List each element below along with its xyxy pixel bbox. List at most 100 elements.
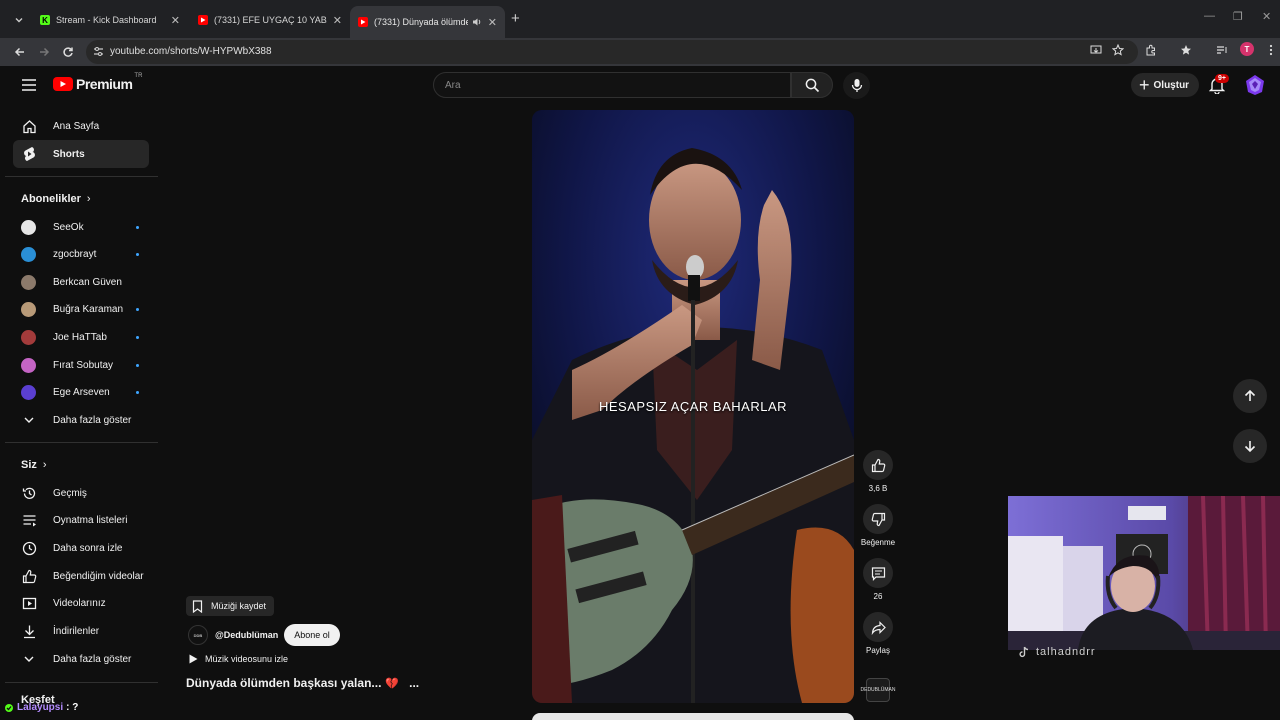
bookmark-star-icon[interactable] (1111, 43, 1125, 57)
more-text[interactable]: ... (409, 676, 419, 690)
chevron-down-icon (15, 18, 23, 23)
url-text: youtube.com/shorts/W-HYPWbX388 (110, 46, 272, 57)
media-controls-icon[interactable] (1215, 43, 1229, 57)
youtube-logo[interactable]: Premium TR (53, 73, 143, 92)
new-content-dot (136, 335, 139, 339)
save-music-button[interactable]: Müziği kaydet (186, 596, 275, 616)
like-count: 3,6 B (868, 484, 888, 493)
video-title-text: Dünyada ölümden başkası yalan... (186, 676, 382, 690)
sidebar-item-playlists[interactable]: Oynatma listeleri (13, 506, 149, 534)
sidebar-item-watch-later[interactable]: Daha sonra izle (13, 534, 149, 562)
bookmarks-icon[interactable] (1179, 43, 1193, 57)
sidebar-subscription[interactable]: Joe HaTTab (13, 323, 149, 351)
like-button[interactable] (863, 450, 893, 480)
chevron-down-icon (21, 651, 37, 667)
sidebar-item-history[interactable]: Geçmiş (13, 479, 149, 507)
search-input[interactable]: Ara (433, 72, 791, 98)
share-action[interactable]: Paylaş (861, 612, 895, 655)
sidebar-item-your-videos[interactable]: Videolarınız (13, 589, 149, 617)
speaker-icon[interactable] (472, 17, 482, 27)
next-short-preview[interactable] (532, 713, 854, 720)
like-action[interactable]: 3,6 B (861, 450, 895, 493)
browser-tab-kick[interactable]: K Stream - Kick Dashboard ✕ (32, 6, 188, 34)
forward-icon[interactable] (35, 43, 53, 61)
dislike-action[interactable]: Beğenme (861, 504, 895, 547)
channel-row: DDB @Dedublüman Abone ol (188, 624, 340, 646)
watermark-handle: talhadndrr (1036, 646, 1096, 658)
channel-thumbnail[interactable]: DEDUBLÜMAN (861, 678, 896, 702)
sidebar-subscription[interactable]: Fırat Sobutay (13, 351, 149, 379)
search-button[interactable] (791, 72, 833, 98)
share-button[interactable] (863, 612, 893, 642)
show-more-you[interactable]: Daha fazla göster (13, 645, 149, 673)
tab-search-button[interactable] (10, 11, 28, 29)
close-tab-icon[interactable]: ✕ (333, 14, 342, 27)
region-code: TR (134, 73, 143, 79)
sidebar-item-shorts[interactable]: Shorts (13, 140, 149, 168)
chevron-down-icon (21, 412, 37, 428)
new-content-dot (136, 225, 139, 229)
share-label: Paylaş (865, 646, 890, 655)
more-menu-icon[interactable] (1264, 43, 1278, 57)
shorts-video-player[interactable]: HESAPSIZ AÇAR BAHARLAR (532, 110, 854, 703)
video-title[interactable]: Dünyada ölümden başkası yalan... 💔 ... (186, 676, 419, 690)
show-more-label: Daha fazla göster (53, 653, 132, 665)
sidebar-subscription[interactable]: SeeOk (13, 213, 149, 241)
show-more-subscriptions[interactable]: Daha fazla göster (13, 406, 149, 434)
channel-avatar (21, 384, 36, 400)
broken-heart-emoji: 💔 (385, 677, 400, 690)
sidebar-subscription[interactable]: Ege Arseven (13, 378, 149, 406)
youtube-icon (358, 17, 368, 27)
close-tab-icon[interactable]: ✕ (488, 16, 497, 29)
account-avatar[interactable] (1245, 75, 1265, 95)
video-icon (21, 595, 37, 611)
channel-handle[interactable]: @Dedublüman (215, 630, 278, 640)
dislike-label: Beğenme (860, 538, 896, 547)
arrow-up-icon (1244, 389, 1256, 401)
sidebar-item-liked-videos[interactable]: Beğendiğim videolar (13, 562, 149, 590)
address-bar[interactable]: youtube.com/shorts/W-HYPWbX388 (86, 40, 1138, 64)
extensions-icon[interactable] (1144, 43, 1158, 57)
subscription-label: SeeOk (53, 221, 84, 233)
create-button[interactable]: + Oluştur (1131, 73, 1200, 97)
browser-tab-youtube-active[interactable]: (7331) Dünyada ölümden b ✕ (350, 6, 505, 38)
sidebar-subscription[interactable]: Buğra Karaman (13, 295, 149, 323)
window-close-icon[interactable]: ✕ (1262, 10, 1271, 23)
new-tab-button[interactable]: + (511, 10, 520, 27)
next-short-button[interactable] (1233, 429, 1267, 463)
dislike-button[interactable] (863, 504, 893, 534)
chevron-right-icon: › (86, 193, 91, 205)
comments-button[interactable] (863, 558, 893, 588)
channel-avatar (21, 329, 36, 345)
sidebar-item-downloads[interactable]: İndirilenler (13, 617, 149, 645)
browser-tab-youtube-1[interactable]: (7331) EFE UYGAÇ 10 YABANC ✕ (190, 6, 350, 34)
you-heading[interactable]: Siz › (21, 459, 47, 471)
subscribe-button[interactable]: Abone ol (284, 624, 340, 646)
logo-text: Premium (76, 76, 133, 92)
channel-avatar[interactable]: DDB (188, 625, 208, 645)
sidebar-subscription[interactable]: zgocbrayt (13, 240, 149, 268)
music-video-link[interactable]: Müzik videosunu izle (188, 654, 288, 664)
subscription-label: Berkcan Güven (53, 276, 122, 288)
previous-short-button[interactable] (1233, 379, 1267, 413)
comments-action[interactable]: 26 (861, 558, 895, 601)
subscriptions-heading[interactable]: Abonelikler › (21, 193, 91, 205)
install-app-icon[interactable] (1089, 43, 1103, 57)
site-info-icon[interactable] (93, 46, 104, 57)
back-icon[interactable] (11, 43, 29, 61)
youtube-logo-icon (53, 77, 73, 91)
minimize-icon[interactable]: — (1204, 10, 1215, 22)
profile-avatar[interactable]: T (1240, 42, 1254, 56)
voice-search-button[interactable] (843, 72, 870, 99)
divider (5, 682, 158, 683)
notifications-badge: 9+ (1215, 74, 1229, 83)
restore-icon[interactable]: ❐ (1233, 10, 1243, 23)
subscription-label: Joe HaTTab (53, 331, 107, 343)
close-tab-icon[interactable]: ✕ (171, 14, 180, 27)
menu-icon[interactable] (21, 78, 37, 92)
reload-icon[interactable] (59, 43, 77, 61)
sidebar-subscription[interactable]: Berkcan Güven (13, 268, 149, 296)
sidebar-item-home[interactable]: Ana Sayfa (13, 112, 149, 140)
browser-tab-bar: K Stream - Kick Dashboard ✕ (7331) EFE U… (0, 0, 1280, 38)
new-content-dot (136, 363, 139, 367)
